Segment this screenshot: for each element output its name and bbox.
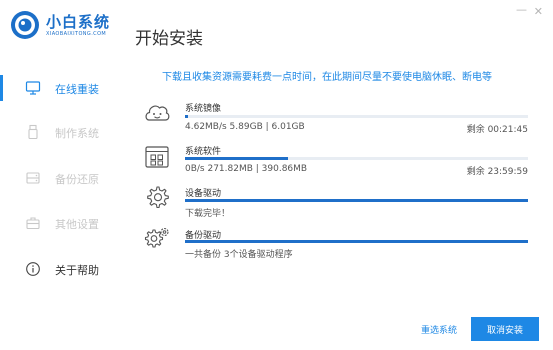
progress-fill bbox=[185, 115, 189, 118]
software-window-icon bbox=[145, 146, 169, 168]
active-indicator bbox=[0, 75, 3, 101]
sidebar-item-label: 关于帮助 bbox=[55, 264, 99, 277]
monitor-icon bbox=[25, 81, 41, 95]
sidebar-item-online-reinstall[interactable]: 在线重装 bbox=[0, 75, 115, 101]
sidebar-item-other-settings[interactable]: 其他设置 bbox=[0, 210, 115, 236]
sidebar-item-make-system[interactable]: 制作系统 bbox=[0, 119, 115, 145]
gears-icon bbox=[144, 227, 169, 248]
sidebar-item-backup-restore[interactable]: 备份还原 bbox=[0, 165, 115, 191]
task-detail: 下载完毕！ bbox=[185, 209, 231, 219]
toolbox-icon bbox=[26, 217, 40, 230]
logo-icon bbox=[11, 11, 39, 39]
task-name: 系统镜像 bbox=[185, 104, 222, 114]
sidebar-item-label: 其他设置 bbox=[55, 218, 99, 231]
usb-drive-icon bbox=[28, 124, 38, 140]
sidebar-item-label: 制作系统 bbox=[55, 127, 99, 140]
task-detail: 一共备份 3个设备驱动程序 bbox=[185, 250, 293, 260]
sidebar: 小白系统 XIAOBAIXITONG.COM 在线重装 制作系统 备份还原 其他… bbox=[0, 0, 115, 350]
task-backup-driver: 备份驱动 一共备份 3个设备驱动程序 bbox=[143, 224, 533, 260]
task-detail: 0B/s 271.82MB | 390.86MB bbox=[185, 164, 308, 174]
close-button[interactable]: ✕ bbox=[534, 6, 543, 18]
reselect-system-button[interactable]: 重选系统 bbox=[421, 323, 457, 336]
task-remaining: 剩余 23:59:59 bbox=[466, 167, 528, 177]
task-system-software: 系统软件 0B/s 271.82MB | 390.86MB 剩余 23:59:5… bbox=[143, 141, 533, 179]
sidebar-item-about-help[interactable]: 关于帮助 bbox=[0, 256, 115, 282]
progress-bar bbox=[185, 157, 528, 160]
info-icon bbox=[26, 262, 40, 276]
page-title: 开始安装 bbox=[135, 29, 203, 49]
cancel-install-button[interactable]: 取消安装 bbox=[471, 317, 539, 341]
progress-fill bbox=[185, 199, 528, 202]
backup-icon bbox=[26, 172, 40, 184]
task-name: 设备驱动 bbox=[185, 189, 222, 199]
task-system-image: 系统镜像 4.62MB/s 5.89GB | 6.01GB 剩余 00:21:4… bbox=[143, 98, 533, 136]
smiley-cloud-icon bbox=[145, 105, 170, 121]
progress-fill bbox=[185, 240, 528, 243]
logo-title: 小白系统 bbox=[46, 13, 111, 31]
progress-fill bbox=[185, 157, 288, 160]
progress-bar bbox=[185, 115, 528, 118]
sidebar-item-label: 备份还原 bbox=[55, 173, 99, 186]
sidebar-item-label: 在线重装 bbox=[55, 83, 99, 96]
notice-text: 下载且收集资源需要耗费一点时间，在此期间尽量不要使电脑休眠、断电等 bbox=[162, 72, 492, 83]
app-logo: 小白系统 XIAOBAIXITONG.COM bbox=[10, 10, 120, 48]
task-detail: 4.62MB/s 5.89GB | 6.01GB bbox=[185, 122, 305, 132]
gear-icon bbox=[147, 186, 169, 209]
task-remaining: 剩余 00:21:45 bbox=[466, 125, 528, 135]
task-name: 系统软件 bbox=[185, 147, 222, 157]
logo-subtitle: XIAOBAIXITONG.COM bbox=[46, 31, 107, 37]
task-device-driver: 设备驱动 下载完毕！ bbox=[143, 183, 533, 219]
progress-bar bbox=[185, 240, 528, 243]
installer-window: — ✕ 小白系统 XIAOBAIXITONG.COM 在线重装 制作系统 备份还… bbox=[0, 0, 553, 350]
minimize-button[interactable]: — bbox=[516, 4, 527, 16]
progress-bar bbox=[185, 199, 528, 202]
